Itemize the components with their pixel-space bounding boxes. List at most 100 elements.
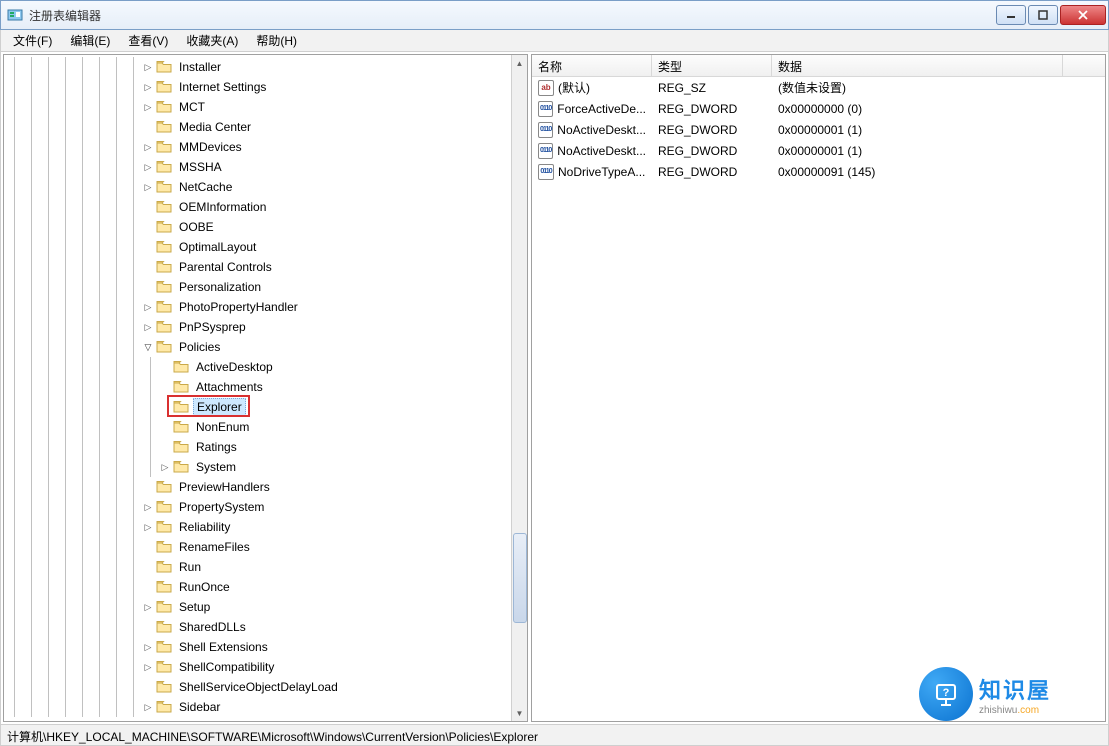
tree-item[interactable]: Personalization xyxy=(6,277,511,297)
expander-icon[interactable] xyxy=(142,601,154,613)
tree-item[interactable]: OOBE xyxy=(6,217,511,237)
list-body[interactable]: ab(默认)REG_SZ(数值未设置)0110ForceActiveDe...R… xyxy=(532,77,1105,721)
tree-item[interactable]: Parental Controls xyxy=(6,257,511,277)
tree-item[interactable]: RenameFiles xyxy=(6,537,511,557)
tree-item-label: RenameFiles xyxy=(176,539,253,555)
tree-item-label: Media Center xyxy=(176,119,254,135)
value-row[interactable]: ab(默认)REG_SZ(数值未设置) xyxy=(532,77,1105,98)
minimize-button[interactable] xyxy=(996,5,1026,25)
expander-icon[interactable] xyxy=(142,641,154,653)
col-name[interactable]: 名称 xyxy=(532,55,652,76)
tree-item[interactable]: PropertySystem xyxy=(6,497,511,517)
tree-item[interactable]: Ratings xyxy=(6,437,511,457)
scroll-down-icon[interactable]: ▼ xyxy=(512,705,528,721)
expander-icon[interactable] xyxy=(142,321,154,333)
expander-icon[interactable] xyxy=(142,501,154,513)
tree-item[interactable]: Installer xyxy=(6,57,511,77)
tree-item[interactable]: OEMInformation xyxy=(6,197,511,217)
folder-icon xyxy=(173,380,189,394)
value-name: ForceActiveDe... xyxy=(557,102,646,116)
tree-item[interactable]: PhotoPropertyHandler xyxy=(6,297,511,317)
binary-value-icon: 0110 xyxy=(538,143,553,159)
tree-item[interactable]: Shell Extensions xyxy=(6,637,511,657)
expander-icon[interactable] xyxy=(142,301,154,313)
expander-icon[interactable] xyxy=(142,141,154,153)
value-type: REG_DWORD xyxy=(652,142,772,160)
maximize-button[interactable] xyxy=(1028,5,1058,25)
menu-view[interactable]: 查看(V) xyxy=(120,30,176,51)
value-list-pane: 名称 类型 数据 ab(默认)REG_SZ(数值未设置)0110ForceAct… xyxy=(531,54,1106,722)
value-row[interactable]: 0110ForceActiveDe...REG_DWORD0x00000000 … xyxy=(532,98,1105,119)
list-header[interactable]: 名称 类型 数据 xyxy=(532,55,1105,77)
menu-help[interactable]: 帮助(H) xyxy=(248,30,305,51)
expander-icon[interactable] xyxy=(142,701,154,713)
expander-icon[interactable] xyxy=(142,521,154,533)
folder-icon xyxy=(156,600,172,614)
tree-item[interactable]: Run xyxy=(6,557,511,577)
scroll-thumb[interactable] xyxy=(513,533,527,623)
tree-item[interactable]: SharedDLLs xyxy=(6,617,511,637)
tree-item-label: Personalization xyxy=(176,279,264,295)
tree-item[interactable]: System xyxy=(6,457,511,477)
value-row[interactable]: 0110NoDriveTypeA...REG_DWORD0x00000091 (… xyxy=(532,161,1105,182)
tree-item[interactable]: ShellCompatibility xyxy=(6,657,511,677)
scroll-up-icon[interactable]: ▲ xyxy=(512,55,528,71)
expander-icon[interactable] xyxy=(142,661,154,673)
col-data[interactable]: 数据 xyxy=(772,55,1063,76)
folder-icon xyxy=(173,420,189,434)
statusbar: 计算机\HKEY_LOCAL_MACHINE\SOFTWARE\Microsof… xyxy=(0,724,1109,746)
tree-item[interactable]: Setup xyxy=(6,597,511,617)
tree-item[interactable]: MCT xyxy=(6,97,511,117)
tree-item-label: ActiveDesktop xyxy=(193,359,276,375)
expander-icon[interactable] xyxy=(142,61,154,73)
expander-icon[interactable] xyxy=(142,81,154,93)
registry-tree[interactable]: Installer Internet SettingsMCT Media Cente… xyxy=(6,57,511,717)
tree-item[interactable]: MMDevices xyxy=(6,137,511,157)
col-type[interactable]: 类型 xyxy=(652,55,772,76)
folder-icon xyxy=(156,500,172,514)
tree-item[interactable]: NetCache xyxy=(6,177,511,197)
tree-item[interactable]: Attachments xyxy=(6,377,511,397)
tree-item[interactable]: Explorer xyxy=(6,397,511,417)
value-row[interactable]: 0110NoActiveDeskt...REG_DWORD0x00000001 … xyxy=(532,140,1105,161)
folder-icon xyxy=(156,320,172,334)
tree-item[interactable]: Reliability xyxy=(6,517,511,537)
value-row[interactable]: 0110NoActiveDeskt...REG_DWORD0x00000001 … xyxy=(532,119,1105,140)
folder-icon xyxy=(156,280,172,294)
tree-item[interactable]: MSSHA xyxy=(6,157,511,177)
tree-item[interactable]: ShellServiceObjectDelayLoad xyxy=(6,677,511,697)
tree-item[interactable]: OptimalLayout xyxy=(6,237,511,257)
expander-icon[interactable] xyxy=(142,341,154,353)
tree-item[interactable]: PreviewHandlers xyxy=(6,477,511,497)
tree-item[interactable]: ActiveDesktop xyxy=(6,357,511,377)
statusbar-path: 计算机\HKEY_LOCAL_MACHINE\SOFTWARE\Microsof… xyxy=(7,730,538,744)
tree-scrollbar[interactable]: ▲ ▼ xyxy=(511,55,527,721)
value-data: 0x00000001 (1) xyxy=(772,121,1105,139)
col-spare[interactable] xyxy=(1063,55,1105,76)
tree-item[interactable]: Media Center xyxy=(6,117,511,137)
tree-item-label: PropertySystem xyxy=(176,499,267,515)
expander-icon[interactable] xyxy=(159,461,171,473)
folder-icon xyxy=(156,680,172,694)
tree-item[interactable]: PnPSysprep xyxy=(6,317,511,337)
tree-item-label: RunOnce xyxy=(176,579,233,595)
regedit-icon xyxy=(7,7,23,23)
expander-icon[interactable] xyxy=(142,161,154,173)
menu-file[interactable]: 文件(F) xyxy=(5,30,60,51)
tree-item[interactable]: Internet Settings xyxy=(6,77,511,97)
value-name: NoDriveTypeA... xyxy=(558,165,645,179)
expander-icon[interactable] xyxy=(142,101,154,113)
tree-item[interactable]: Policies xyxy=(6,337,511,357)
tree-item[interactable]: RunOnce xyxy=(6,577,511,597)
menu-favorites[interactable]: 收藏夹(A) xyxy=(178,30,246,51)
tree-item-label: Ratings xyxy=(193,439,240,455)
window-buttons xyxy=(994,5,1106,25)
tree-item-label: Installer xyxy=(176,59,224,75)
tree-item[interactable]: NonEnum xyxy=(6,417,511,437)
expander-icon[interactable] xyxy=(142,181,154,193)
close-button[interactable] xyxy=(1060,5,1106,25)
menu-edit[interactable]: 编辑(E) xyxy=(62,30,118,51)
tree-item[interactable]: Sidebar xyxy=(6,697,511,717)
tree-item-label: System xyxy=(193,459,239,475)
folder-icon xyxy=(156,100,172,114)
